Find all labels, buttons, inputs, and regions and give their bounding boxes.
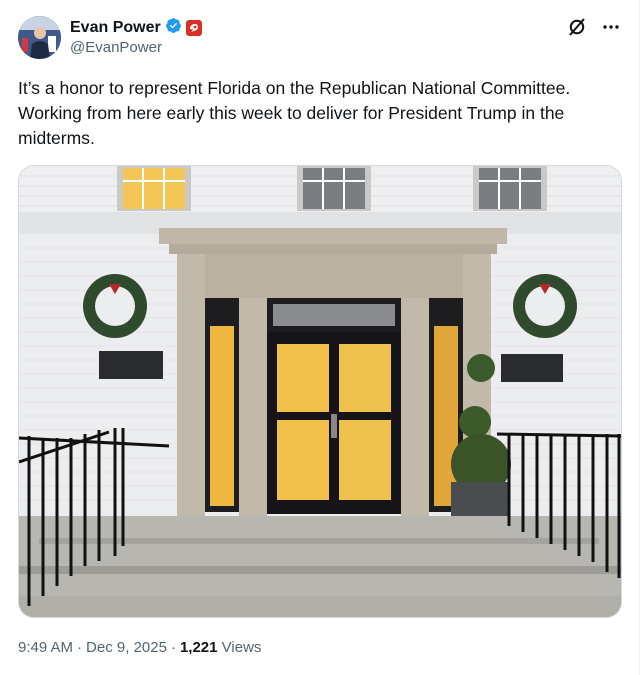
separator: · xyxy=(170,639,176,656)
views-count: 1,221 xyxy=(179,639,218,656)
tweet-text: It’s a honor to represent Florida on the… xyxy=(18,78,571,148)
tweet-date[interactable]: Dec 9, 2025 xyxy=(86,639,167,656)
tweet-card: Evan Power @EvanPower It’s a honor to re… xyxy=(0,0,640,675)
tweet-meta: 9:49 AM · Dec 9, 2025 · 1,221 Views xyxy=(18,639,261,656)
more-icon[interactable] xyxy=(601,17,621,42)
affiliation-badge-icon[interactable] xyxy=(185,20,202,36)
author-handle[interactable]: @EvanPower xyxy=(70,39,162,56)
tweet-photo[interactable] xyxy=(18,165,622,618)
views-label: Views xyxy=(221,639,262,656)
verified-badge-icon xyxy=(165,17,182,39)
author-name[interactable]: Evan Power xyxy=(70,19,161,37)
tweet-time[interactable]: 9:49 AM xyxy=(18,639,73,656)
separator: · xyxy=(77,639,83,656)
grok-icon[interactable] xyxy=(567,17,587,42)
avatar[interactable] xyxy=(18,16,61,59)
